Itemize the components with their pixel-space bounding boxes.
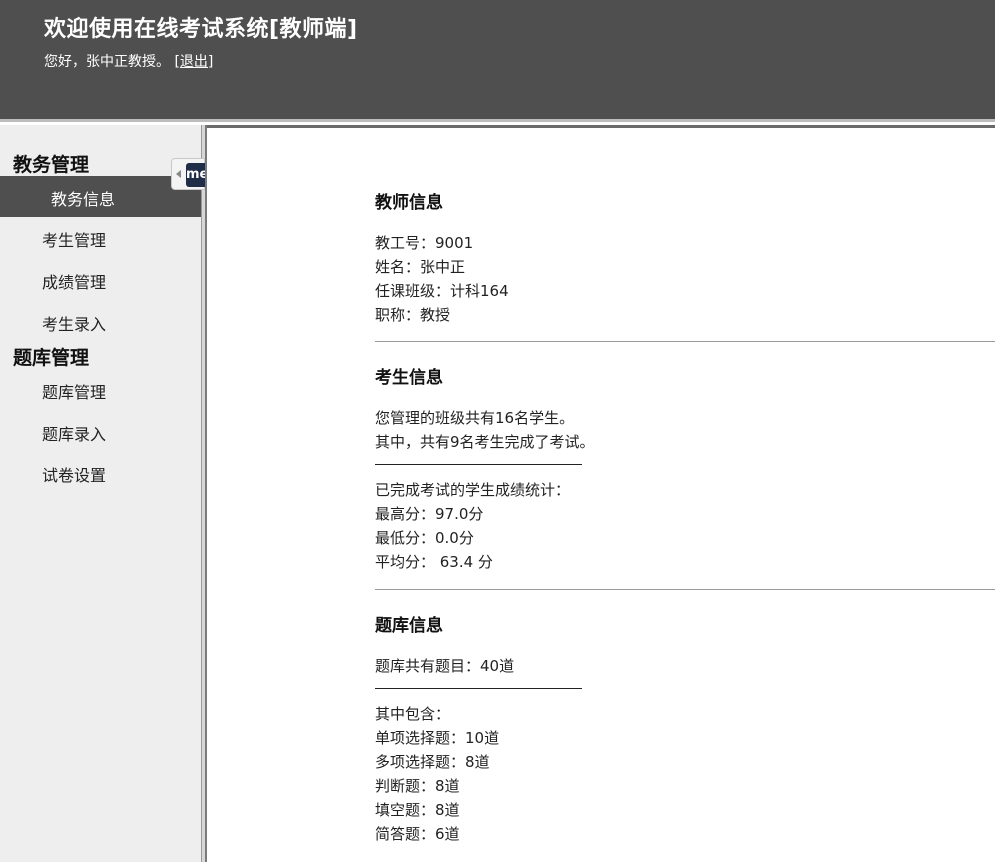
user-greeting: 您好，张中正教授。 [退出] (44, 51, 213, 71)
short-answer-count: 简答题：6道 (375, 825, 460, 843)
multi-choice-count: 多项选择题：8道 (375, 753, 490, 771)
teacher-class: 任课班级：计科164 (375, 282, 509, 300)
sidebar-item-bank-entry[interactable]: 题库录入 (42, 421, 106, 445)
section-divider (375, 341, 995, 342)
section-divider (375, 589, 995, 590)
greeting-text: 您好，张中正教授。 (44, 54, 170, 70)
sidebar-item-student-entry[interactable]: 考生录入 (42, 311, 106, 335)
logout-link[interactable]: [退出] (174, 54, 213, 70)
app-title: 欢迎使用在线考试系统[教师端] (44, 17, 358, 42)
chevron-left-icon (176, 170, 181, 178)
avg-score: 平均分： 63.4 分 (375, 553, 493, 571)
sidebar-item-paper-settings[interactable]: 试卷设置 (42, 462, 106, 486)
bank-breakdown-title: 其中包含： (375, 705, 451, 723)
content-top-border (207, 125, 995, 128)
sidebar-item-label: 教务信息 (51, 190, 116, 209)
sidebar-item-student-management[interactable]: 考生管理 (42, 227, 106, 251)
single-choice-count: 单项选择题：10道 (375, 729, 500, 747)
extension-badge-icon: me (186, 163, 205, 187)
min-score: 最低分：0.0分 (375, 529, 474, 547)
sidebar-collapse-toggle[interactable]: me (171, 158, 205, 190)
short-divider (375, 464, 582, 465)
completed-count: 其中，共有9名考生完成了考试。 (375, 433, 595, 451)
fill-blank-count: 填空题：8道 (375, 801, 460, 819)
score-stats-title: 已完成考试的学生成绩统计： (375, 481, 571, 499)
true-false-count: 判断题：8道 (375, 777, 460, 795)
page-header: 欢迎使用在线考试系统[教师端] 您好，张中正教授。 [退出] (0, 0, 995, 122)
max-score: 最高分：97.0分 (375, 505, 484, 523)
sidebar: 教务管理 教务信息 考生管理 成绩管理 考生录入 题库管理 题库管理 题库录入 … (0, 125, 201, 862)
student-count: 您管理的班级共有16名学生。 (375, 409, 575, 427)
student-info-heading: 考生信息 (375, 368, 443, 388)
short-divider (375, 688, 582, 689)
sidebar-item-bank-management[interactable]: 题库管理 (42, 379, 106, 403)
teacher-info-heading: 教师信息 (375, 193, 443, 213)
bank-info-heading: 题库信息 (375, 616, 443, 636)
sidebar-heading-question-bank: 题库管理 (13, 347, 90, 369)
teacher-title: 职称：教授 (375, 306, 451, 324)
sidebar-item-score-management[interactable]: 成绩管理 (42, 269, 106, 293)
sidebar-heading-academic: 教务管理 (13, 154, 90, 176)
teacher-name: 姓名：张中正 (375, 258, 466, 276)
frame-splitter[interactable] (201, 125, 207, 862)
bank-total: 题库共有题目：40道 (375, 657, 515, 675)
teacher-id: 教工号：9001 (375, 234, 474, 252)
